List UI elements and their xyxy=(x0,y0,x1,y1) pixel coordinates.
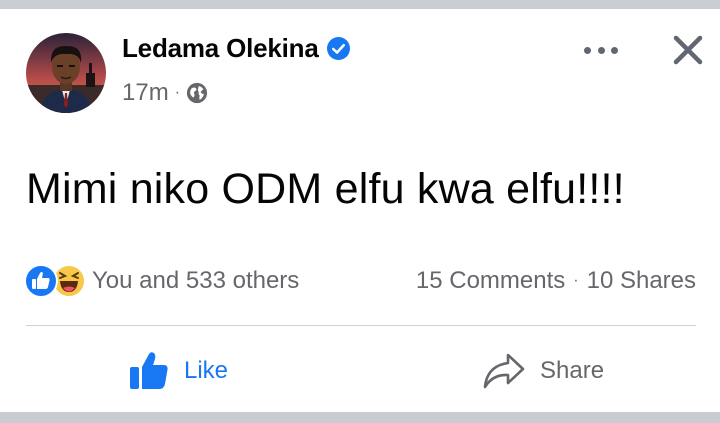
close-icon[interactable] xyxy=(672,34,704,66)
reaction-summary-text[interactable]: You and 533 others xyxy=(92,267,299,295)
bottom-separator-bar xyxy=(0,412,720,423)
author-name[interactable]: Ledama Olekina xyxy=(122,33,319,64)
more-dot xyxy=(597,46,605,54)
globe-icon[interactable] xyxy=(186,82,208,104)
like-label: Like xyxy=(184,357,229,384)
avatar-illustration xyxy=(26,33,106,113)
post-author[interactable]: Ledama Olekina xyxy=(122,33,350,64)
share-button[interactable]: Share xyxy=(482,346,604,396)
comments-count[interactable]: 15 Comments xyxy=(416,267,565,295)
share-label: Share xyxy=(540,357,605,384)
like-button[interactable]: Like xyxy=(128,346,228,396)
post-meta: 17m · xyxy=(122,79,208,107)
shares-count[interactable]: 10 Shares xyxy=(587,267,696,295)
thumbs-up-icon xyxy=(130,352,168,389)
like-reaction-icon xyxy=(24,264,58,298)
actions-divider xyxy=(26,325,696,326)
meta-separator: · xyxy=(174,84,181,101)
top-separator-bar xyxy=(0,0,720,9)
more-dot xyxy=(611,46,618,54)
author-avatar[interactable] xyxy=(26,33,106,113)
post-text: Mimi niko ODM elfu kwa elfu!!!! xyxy=(26,165,625,213)
reactions-summary[interactable]: You and 533 others xyxy=(24,264,299,298)
share-arrow-icon xyxy=(483,353,525,389)
more-dot xyxy=(584,46,591,54)
counts-separator: · xyxy=(573,272,579,289)
more-options-icon[interactable] xyxy=(584,40,618,60)
engagement-counts: 15 Comments · 10 Shares xyxy=(416,267,696,295)
verified-badge-icon xyxy=(326,37,350,60)
post-timestamp[interactable]: 17m xyxy=(122,79,169,107)
